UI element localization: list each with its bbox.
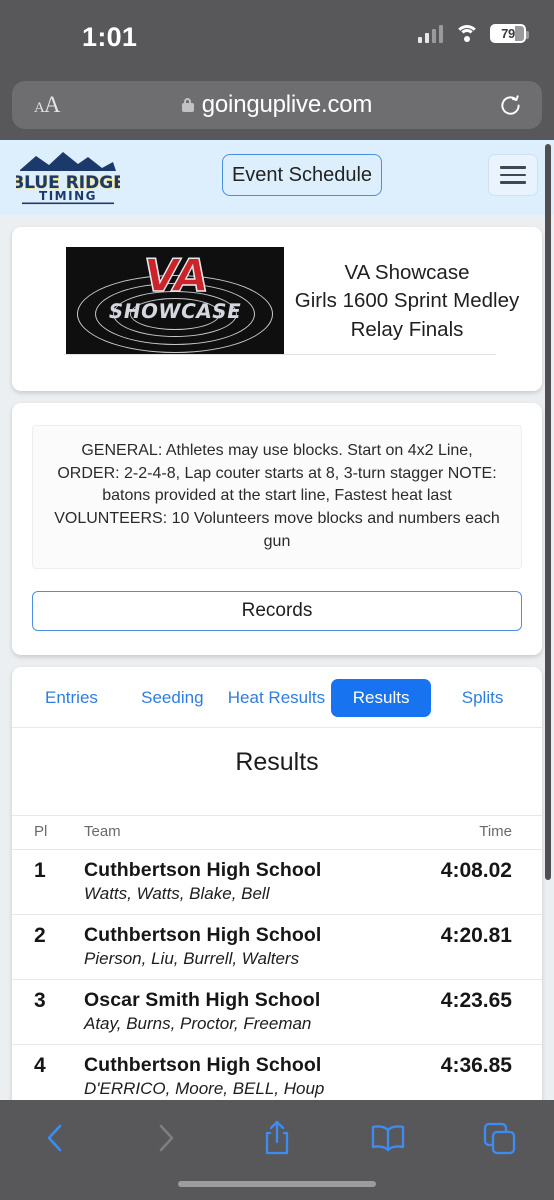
row-team-name: Cuthbertson High School <box>84 923 322 946</box>
status-indicators: 79 <box>417 24 529 43</box>
event-info-card: GENERAL: Athletes may use blocks. Start … <box>12 403 542 655</box>
row-place: 3 <box>12 979 84 1045</box>
battery-percent: 79 <box>501 26 515 41</box>
table-row[interactable]: 3 Oscar Smith High School Atay, Burns, P… <box>12 979 542 1045</box>
row-team-name: Cuthbertson High School <box>84 858 322 881</box>
table-row[interactable]: 4 Cuthbertson High School D'ERRICO, Moor… <box>12 1044 542 1100</box>
row-team: Oscar Smith High School Atay, Burns, Pro… <box>84 979 413 1045</box>
tabs-button[interactable] <box>443 1112 554 1164</box>
table-row[interactable]: 1 Cuthbertson High School Watts, Watts, … <box>12 849 542 915</box>
row-time: 4:36.85 <box>412 1044 542 1100</box>
va-logo-bottom-text: SHOWCASE <box>106 299 244 323</box>
results-table-header: Pl Team Time <box>12 814 542 850</box>
event-header-card: VA SHOWCASE VA Showcase Girls 1600 Sprin… <box>12 227 542 391</box>
bookmarks-button[interactable] <box>332 1112 443 1164</box>
status-time: 1:01 <box>82 22 138 52</box>
column-header-team: Team <box>84 814 413 850</box>
battery-icon: 79 <box>490 24 529 43</box>
row-team-members: Pierson, Liu, Burrell, Walters <box>84 948 300 968</box>
column-header-place: Pl <box>12 814 84 850</box>
row-place: 2 <box>12 914 84 980</box>
home-indicator <box>178 1181 376 1187</box>
row-team-members: Watts, Watts, Blake, Bell <box>84 883 270 903</box>
tab-results[interactable]: Results <box>331 678 432 717</box>
results-card: Entries Seeding Heat Results Results Spl… <box>12 666 542 1100</box>
tab-seeding[interactable]: Seeding <box>123 679 222 717</box>
row-team-name: Cuthbertson High School <box>84 1053 322 1076</box>
table-row[interactable]: 2 Cuthbertson High School Pierson, Liu, … <box>12 914 542 980</box>
row-time: 4:20.81 <box>412 914 542 980</box>
hamburger-menu-icon[interactable] <box>488 154 538 196</box>
web-content: BLUE RIDGE TIMING Event Schedule VA SHOW… <box>0 140 554 1100</box>
event-row: VA SHOWCASE VA Showcase Girls 1600 Sprin… <box>28 243 526 355</box>
cellular-bars-icon <box>417 24 443 43</box>
row-team: Cuthbertson High School Pierson, Liu, Bu… <box>84 914 413 980</box>
event-title-line1: VA Showcase <box>344 261 470 284</box>
event-notes-text: GENERAL: Athletes may use blocks. Start … <box>32 425 522 569</box>
url-display[interactable]: goinguplive.com <box>12 91 542 119</box>
row-time: 4:08.02 <box>412 849 542 915</box>
site-header: BLUE RIDGE TIMING Event Schedule <box>0 140 554 215</box>
event-title-line2: Girls 1600 Sprint Medley <box>294 289 520 313</box>
phone-screen: 1:01 79 AA goinguplive.com BLUE RIDGE TI… <box>0 0 554 1200</box>
tab-entries[interactable]: Entries <box>22 679 121 717</box>
va-showcase-logo: VA SHOWCASE <box>66 247 284 355</box>
row-place: 1 <box>12 849 84 915</box>
tab-heat-results[interactable]: Heat Results <box>224 679 329 717</box>
toolbar-icon-row <box>0 1112 554 1164</box>
row-team-members: D'ERRICO, Moore, BELL, Houp <box>84 1078 325 1098</box>
browser-toolbar <box>0 1100 554 1200</box>
row-time: 4:23.65 <box>412 979 542 1045</box>
blue-ridge-timing-logo[interactable]: BLUE RIDGE TIMING <box>11 148 125 206</box>
address-bar[interactable]: AA goinguplive.com <box>12 81 542 129</box>
event-schedule-label: Event Schedule <box>231 163 373 186</box>
chevron-right-icon <box>159 1124 174 1152</box>
chevron-left-icon <box>48 1124 62 1152</box>
results-heading: Results <box>235 747 319 776</box>
row-team: Cuthbertson High School Watts, Watts, Bl… <box>84 849 413 915</box>
row-team-name: Oscar Smith High School <box>84 988 321 1011</box>
share-button[interactable] <box>222 1112 333 1164</box>
row-team-members: Atay, Burns, Proctor, Freeman <box>84 1013 312 1033</box>
row-place: 4 <box>12 1044 84 1100</box>
page-scrollbar[interactable] <box>545 144 551 880</box>
column-header-time: Time <box>412 814 542 850</box>
divider <box>64 354 496 355</box>
url-text: goinguplive.com <box>201 91 373 118</box>
lock-icon <box>181 98 194 112</box>
tab-splits[interactable]: Splits <box>433 679 532 717</box>
tabs-icon <box>483 1122 515 1155</box>
event-title-line3: Relay Finals <box>350 317 464 341</box>
status-bar: 1:01 79 <box>0 0 554 72</box>
forward-button[interactable] <box>111 1112 222 1164</box>
wifi-icon <box>454 24 479 43</box>
records-button-label: Records <box>241 599 313 621</box>
records-button[interactable]: Records <box>32 590 522 631</box>
results-table-body: 1 Cuthbertson High School Watts, Watts, … <box>12 849 542 1100</box>
results-tab-bar: Entries Seeding Heat Results Results Spl… <box>12 667 542 728</box>
row-team: Cuthbertson High School D'ERRICO, Moore,… <box>84 1044 413 1100</box>
reload-icon[interactable] <box>499 94 522 117</box>
event-schedule-button[interactable]: Event Schedule <box>222 154 382 196</box>
event-title: VA Showcase Girls 1600 Sprint Medley Rel… <box>288 243 526 344</box>
share-icon <box>265 1120 289 1155</box>
book-icon <box>371 1125 404 1152</box>
results-table: Pl Team Time 1 Cuthbertson High School W… <box>12 814 542 1100</box>
back-button[interactable] <box>0 1112 111 1164</box>
table-header-row: Pl Team Time <box>12 814 542 850</box>
svg-text:TIMING: TIMING <box>39 189 97 203</box>
va-logo-top-text: VA <box>138 248 211 303</box>
